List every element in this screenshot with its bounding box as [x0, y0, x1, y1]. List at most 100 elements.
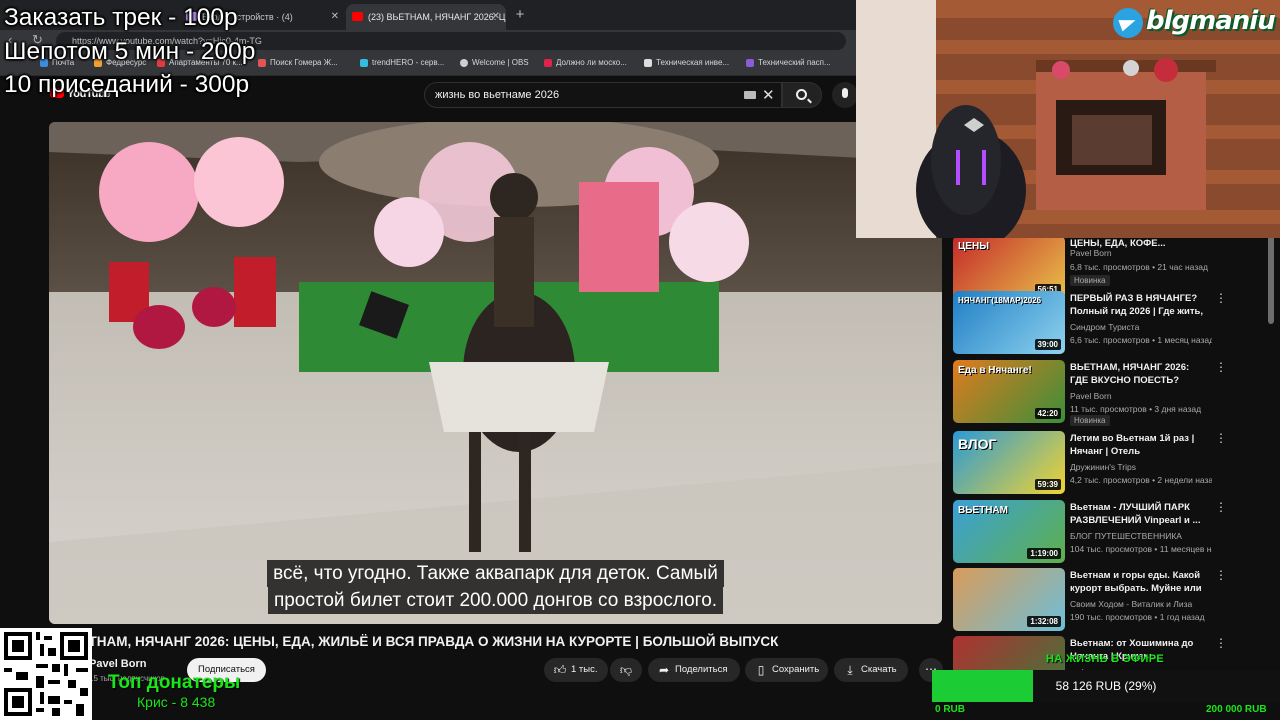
- duration-badge: 1:32:08: [1027, 616, 1061, 627]
- browser-tab-active[interactable]: (23) ВЬЕТНАМ, НЯЧАНГ 2026: ЦЕ ✕: [346, 4, 506, 30]
- new-tab-button[interactable]: +: [511, 4, 529, 26]
- clear-search-icon[interactable]: ✕: [762, 86, 775, 104]
- tab-label: (23) ВЬЕТНАМ, НЯЧАНГ 2026: ЦЕ: [368, 12, 506, 22]
- recommendation-title[interactable]: ПЕРВЫЙ РАЗ В НЯЧАНГЕ? Полный гид 2026 | …: [1070, 292, 1210, 318]
- download-button[interactable]: ⤓ Скачать: [834, 658, 908, 682]
- share-icon: ➦: [658, 663, 670, 677]
- bookmark-item[interactable]: trendHERO - серв...: [360, 58, 444, 67]
- recommendation-title[interactable]: Летим во Вьетнам 1й раз | Нячанг | Отель…: [1070, 432, 1210, 458]
- video-thumbnail[interactable]: Еда в Нячанге! 42:20: [953, 360, 1065, 423]
- price-list-item: Шепотом 5 мин - 200р: [4, 38, 256, 65]
- bookmark-favicon-icon: [258, 59, 266, 67]
- more-options-icon[interactable]: ⋮: [1215, 500, 1227, 514]
- more-options-icon[interactable]: ⋮: [1215, 431, 1227, 445]
- more-options-icon[interactable]: ⋮: [1215, 568, 1227, 582]
- recommendation-meta: 4,2 тыс. просмотров • 2 недели назад: [1070, 475, 1212, 485]
- video-player[interactable]: [49, 122, 942, 624]
- duration-badge: 42:20: [1034, 408, 1061, 419]
- recommendation-item[interactable]: 1:32:08 Вьетнам и горы еды. Какой курорт…: [953, 568, 1271, 634]
- video-thumbnail[interactable]: НЯЧАНГ(18МАР)2026 39:00: [953, 291, 1065, 354]
- youtube-favicon-icon: [352, 12, 363, 21]
- subtitles: всё, что угодно. Также аквапарк для дето…: [218, 560, 773, 614]
- recommendation-channel: Pavel Born: [1070, 248, 1112, 258]
- more-options-icon[interactable]: ⋮: [1215, 291, 1227, 305]
- qr-code: [0, 628, 92, 720]
- thumbs-up-icon: 👍︎: [553, 663, 567, 677]
- share-button[interactable]: ➦ Поделиться: [648, 658, 740, 682]
- donation-goal-max: 200 000 RUB: [1206, 704, 1267, 715]
- dislike-button[interactable]: 👎︎: [610, 658, 642, 682]
- qr-code-image: [0, 628, 92, 720]
- donation-goal-title: НА ЖИЗНЬ В ЭФИРЕ: [1046, 653, 1165, 665]
- bookmark-item[interactable]: Welcome | OBS: [460, 58, 529, 67]
- channel-name[interactable]: Pavel Born: [89, 658, 146, 670]
- donation-goal-bar: 58 126 RUB (29%): [932, 670, 1280, 702]
- duration-badge: 1:19:00: [1027, 548, 1061, 559]
- telegram-icon: [1113, 8, 1143, 38]
- voice-search-button[interactable]: [832, 82, 858, 108]
- recommendation-item[interactable]: ВЬЕТНАМ 1:19:00 Вьетнам - ЛУЧШИЙ ПАРК РАЗ…: [953, 500, 1271, 566]
- bookmark-icon: ▯: [757, 663, 765, 677]
- tab-close-icon[interactable]: ✕: [492, 4, 500, 30]
- save-button[interactable]: ▯ Сохранить: [745, 658, 828, 682]
- subtitle-line: всё, что угодно. Также аквапарк для дето…: [267, 560, 724, 587]
- search-button[interactable]: [782, 82, 822, 108]
- video-frame: [49, 122, 942, 624]
- bookmark-item[interactable]: Технический пасп...: [746, 58, 831, 67]
- bookmark-item[interactable]: Техническая инве...: [644, 58, 729, 67]
- donation-goal-min: 0 RUB: [935, 704, 966, 715]
- video-thumbnail[interactable]: ЦЕНЫ 56:51: [953, 236, 1065, 299]
- video-thumbnail[interactable]: ВЛОГ 59:39: [953, 431, 1065, 494]
- paper-plane-icon: [1118, 14, 1138, 32]
- recommendation-item[interactable]: НЯЧАНГ(18МАР)2026 39:00 ПЕРВЫЙ РАЗ В НЯЧА…: [953, 291, 1271, 357]
- price-list-item: 10 приседаний - 300р: [4, 71, 250, 98]
- like-button[interactable]: 👍︎ 1 тыс.: [544, 658, 608, 682]
- duration-badge: 59:39: [1034, 479, 1061, 490]
- screen: Ввод с устройств · (4) ✕ (23) ВЬЕТНАМ, Н…: [0, 0, 1280, 720]
- streamer-brand: blgmaniu: [1146, 6, 1276, 36]
- recommendation-meta: 11 тыс. просмотров • 3 дня назад: [1070, 404, 1202, 414]
- sidebar-scrollbar[interactable]: [1268, 236, 1274, 324]
- price-list-item: Заказать трек - 100р: [4, 4, 238, 31]
- tab-close-icon[interactable]: ✕: [331, 4, 339, 30]
- video-title: ВЬЕТНАМ, НЯЧАНГ 2026: ЦЕНЫ, ЕДА, ЖИЛЬЁ И…: [60, 634, 779, 649]
- microphone-icon: [842, 88, 848, 98]
- new-badge: Новинка: [1070, 275, 1110, 286]
- recommendation-meta: 6,6 тыс. просмотров • 1 месяц назад: [1070, 335, 1212, 345]
- bookmark-favicon-icon: [746, 59, 754, 67]
- recommendation-channel: Дружинин's Trips: [1070, 462, 1136, 472]
- more-options-icon[interactable]: ⋮: [1215, 636, 1227, 650]
- globe-icon: [460, 59, 468, 67]
- bookmark-item[interactable]: Должно ли моско...: [544, 58, 627, 67]
- bookmark-item[interactable]: Поиск Гомера Ж...: [258, 58, 338, 67]
- recommendation-title[interactable]: Вьетнам и горы еды. Какой курорт выбрать…: [1070, 569, 1210, 595]
- more-options-icon[interactable]: ⋮: [1215, 360, 1227, 374]
- bookmark-favicon-icon: [544, 59, 552, 67]
- keyboard-icon[interactable]: [744, 91, 756, 99]
- recommendations-sidebar: ЦЕНЫ 56:51 ЦЕНЫ, ЕДА, КОФЕ... Pavel Born …: [950, 236, 1280, 670]
- recommendation-title[interactable]: ВЬЕТНАМ, НЯЧАНГ 2026: ГДЕ ВКУСНО ПОЕСТЬ?…: [1070, 361, 1210, 387]
- duration-badge: 39:00: [1034, 339, 1061, 350]
- recommendation-item[interactable]: ВЛОГ 59:39 Летим во Вьетнам 1й раз | Няча…: [953, 431, 1271, 497]
- search-icon: [796, 89, 807, 100]
- recommendation-meta: 190 тыс. просмотров • 1 год назад: [1070, 612, 1205, 622]
- subtitle-line: простой билет стоит 200.000 донгов со вз…: [267, 587, 724, 614]
- recommendation-item[interactable]: Еда в Нячанге! 42:20 ВЬЕТНАМ, НЯЧАНГ 2026…: [953, 360, 1271, 426]
- recommendation-title[interactable]: Вьетнам - ЛУЧШИЙ ПАРК РАЗВЛЕЧЕНИЙ Vinpea…: [1070, 501, 1210, 527]
- recommendation-meta: 104 тыс. просмотров • 11 месяцев на...: [1070, 544, 1212, 554]
- document-icon: [644, 59, 652, 67]
- video-thumbnail[interactable]: 1:32:08: [953, 568, 1065, 631]
- bookmark-favicon-icon: [360, 59, 368, 67]
- download-icon: ⤓: [847, 663, 853, 677]
- top-donors-title: Топ донатеры: [108, 672, 241, 693]
- recommendation-channel: Синдром Туриста: [1070, 322, 1140, 332]
- recommendation-channel: Pavel Born: [1070, 391, 1112, 401]
- recommendation-meta: 6,8 тыс. просмотров • 21 час назад: [1070, 262, 1208, 272]
- top-donor-entry: Крис - 8 438: [137, 694, 216, 710]
- thumbs-down-icon: 👎︎: [619, 663, 633, 677]
- recommendation-channel: БЛОГ ПУТЕШЕСТВЕННИКА: [1070, 531, 1182, 541]
- donation-goal-amount: 58 126 RUB (29%): [1055, 679, 1157, 693]
- new-badge: Новинка: [1070, 415, 1110, 426]
- video-thumbnail[interactable]: ВЬЕТНАМ 1:19:00: [953, 500, 1065, 563]
- search-input[interactable]: [424, 82, 782, 108]
